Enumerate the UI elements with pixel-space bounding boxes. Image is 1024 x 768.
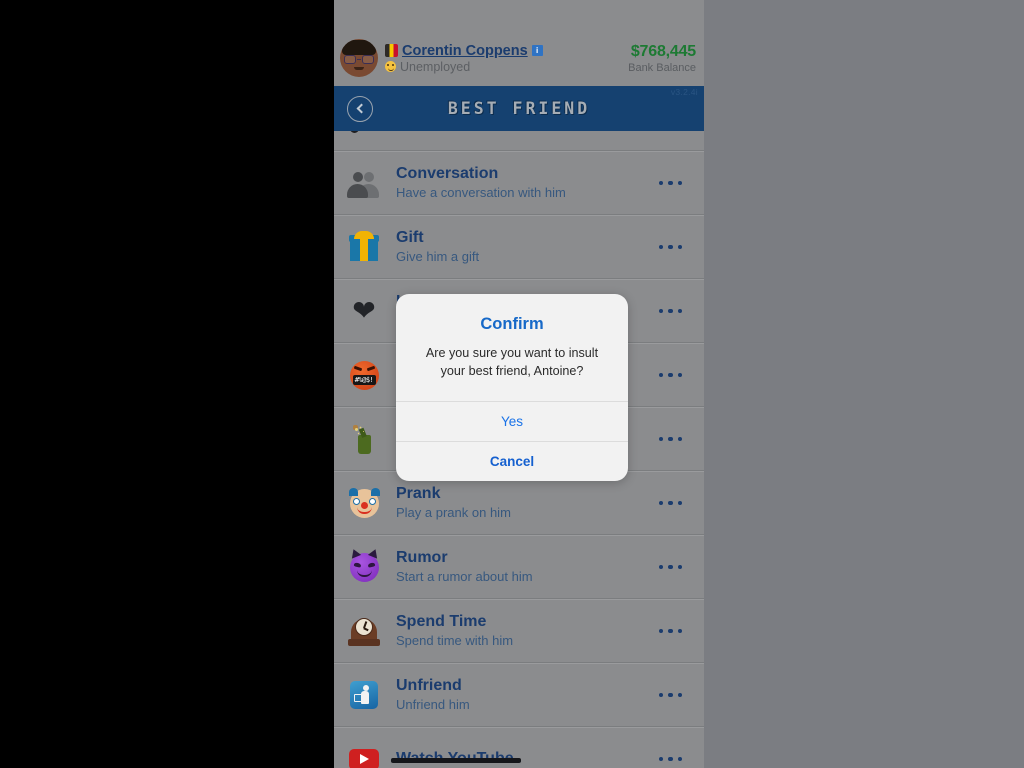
list-item-subtitle: Unfriend him <box>396 697 470 713</box>
list-item-text: Spend Time Spend time with him <box>396 612 659 649</box>
avatar-hair <box>342 40 376 55</box>
list-item-prank[interactable]: Prank Play a prank on him <box>334 471 704 535</box>
player-name-row: Corentin Coppens i <box>385 43 628 59</box>
list-item-text: Prank Play a prank on him <box>396 484 659 521</box>
heart-icon: ❤ <box>352 295 376 326</box>
overflow-menu-icon[interactable] <box>658 244 682 250</box>
insult-icon: #%@$! <box>344 355 384 395</box>
overflow-menu-icon[interactable] <box>658 628 682 634</box>
list-item-title: Conversation <box>396 165 499 183</box>
bank-balance-label: Bank Balance <box>628 61 696 74</box>
navigation-bar: BEST FRIEND v3.2.4i <box>334 86 704 131</box>
list-item-text: Gift Give him a gift <box>396 228 659 265</box>
list-item-subtitle: Give him a gift <box>396 249 480 265</box>
job-status-label: Unemployed <box>400 59 471 74</box>
list-item-text: Rumor Start a rumor about him <box>396 548 659 585</box>
list-item-title: Spend Time <box>396 613 487 631</box>
avatar[interactable] <box>340 39 378 77</box>
list-item-title: Unfriend <box>396 677 462 695</box>
list-item-text: Unfriend Unfriend him <box>396 676 659 713</box>
overflow-menu-icon[interactable] <box>658 372 682 378</box>
overflow-menu-icon[interactable] <box>658 564 682 570</box>
list-item-subtitle: Have a conversation with him <box>396 185 566 201</box>
overflow-menu-icon[interactable] <box>658 756 682 762</box>
list-item-unfriend[interactable]: Unfriend Unfriend him <box>334 663 704 727</box>
overflow-menu-icon[interactable] <box>658 436 682 442</box>
list-item-title: Rumor <box>396 549 448 567</box>
page-title: BEST FRIEND <box>447 99 591 118</box>
dialog-cancel-button[interactable]: Cancel <box>396 440 628 481</box>
list-item-subtitle: Play a prank on him <box>396 505 511 521</box>
party-icon <box>344 419 384 459</box>
overflow-menu-icon[interactable] <box>658 692 682 698</box>
confirm-dialog: Confirm Are you sure you want to insult … <box>396 294 628 481</box>
glasses-lens-left <box>344 55 356 64</box>
list-item-title: Gift <box>396 229 424 247</box>
glasses-bridge <box>357 58 361 61</box>
text-underline-artifact <box>391 758 521 763</box>
chevron-left-icon <box>356 103 367 114</box>
rumor-icon <box>344 546 384 587</box>
list-item-subtitle: Spend time with him <box>396 633 514 649</box>
glasses-lens-right <box>362 55 374 64</box>
concert-icon <box>344 131 384 143</box>
youtube-icon <box>344 739 384 768</box>
bank-balance-block: $768,445 Bank Balance <box>628 43 696 74</box>
dimmed-background-right <box>704 0 1024 768</box>
screenshot-root: Corentin Coppens i Unemployed $768,445 B… <box>0 0 1024 768</box>
avatar-mouth <box>354 67 364 70</box>
job-status-row: Unemployed <box>385 60 628 74</box>
overflow-menu-icon[interactable] <box>658 180 682 186</box>
list-item-concert[interactable]: Concert Go to a concert with him <box>334 131 704 151</box>
dialog-message: Are you sure you want to insult your bes… <box>425 346 599 379</box>
list-item-conversation[interactable]: Conversation Have a conversation with hi… <box>334 151 704 215</box>
list-item-spend-time[interactable]: Spend Time Spend time with him <box>334 599 704 663</box>
list-item-text: Conversation Have a conversation with hi… <box>396 164 659 201</box>
smiling-face-icon <box>385 61 396 72</box>
overflow-menu-icon[interactable] <box>658 308 682 314</box>
conversation-icon <box>344 163 384 203</box>
info-badge-icon[interactable]: i <box>531 45 543 56</box>
glasses-icon <box>344 55 374 64</box>
belgium-flag-icon <box>385 44 398 57</box>
list-item-title: Prank <box>396 485 441 503</box>
list-item-subtitle: Go to a concert with him <box>396 131 704 134</box>
back-button[interactable] <box>347 95 373 122</box>
list-item-rumor[interactable]: Rumor Start a rumor about him <box>334 535 704 599</box>
overflow-menu-icon[interactable] <box>658 500 682 506</box>
profile-header: Corentin Coppens i Unemployed $768,445 B… <box>334 30 704 86</box>
player-name-link[interactable]: Corentin Coppens <box>402 43 528 59</box>
bank-balance-amount: $768,445 <box>630 42 696 60</box>
version-label: v3.2.4i <box>670 87 698 97</box>
dialog-title: Confirm <box>480 315 544 333</box>
gift-icon <box>344 227 384 267</box>
list-item-gift[interactable]: Gift Give him a gift <box>334 215 704 279</box>
list-item-subtitle: Start a rumor about him <box>396 569 533 585</box>
profile-text-block: Corentin Coppens i Unemployed <box>385 43 628 74</box>
unfriend-icon <box>344 675 384 715</box>
prank-icon <box>344 483 384 523</box>
clock-icon <box>344 611 384 651</box>
dialog-yes-button[interactable]: Yes <box>396 400 628 441</box>
list-item-text: Concert Go to a concert with him <box>396 131 704 134</box>
